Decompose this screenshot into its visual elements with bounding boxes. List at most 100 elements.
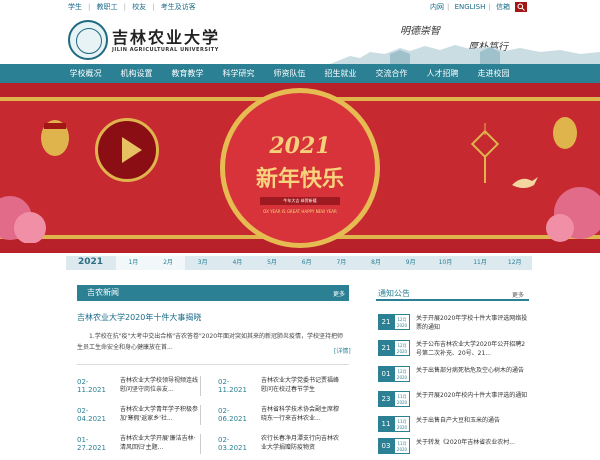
link-staff[interactable]: 教职工 [97, 3, 118, 11]
notice-day: 21 [378, 314, 394, 330]
month-tab-11[interactable]: 11月 [463, 256, 498, 270]
nav-item-faculty[interactable]: 师资队伍 [264, 64, 315, 83]
link-visitors[interactable]: 考生及访客 [161, 3, 196, 11]
news-separator [200, 434, 201, 454]
nav-item-exchange[interactable]: 交流合作 [366, 64, 417, 83]
notice-month-year: 11月 2020 [394, 391, 410, 407]
calendar-year: 2021 [78, 257, 104, 267]
notice-title[interactable]: 关于公布吉林农业大学2020年公开招聘2号第二次补充、20号、21... [416, 340, 531, 358]
notice-month-year: 12月 2020 [394, 314, 410, 330]
news-feature-summary: 1.学校在抗"疫"大考中交出合格"吉农答卷"2020年面对突如其来的新冠肺炎疫情… [77, 333, 344, 351]
link-intranet[interactable]: 内网 [430, 3, 444, 11]
notice-item[interactable]: 03 11月 2020 关于转发《2020年吉林省农业农村... [378, 438, 530, 460]
nav-item-overview[interactable]: 学校概况 [60, 64, 111, 83]
news-title[interactable]: 农行长春净月潭支行向吉林农业大学捐赠防疫物资 [261, 434, 341, 452]
banner-subtitle: 牛年大吉 恭贺新禧 [260, 197, 340, 205]
month-tab-8[interactable]: 8月 [359, 256, 394, 270]
notice-section-title: 通知公告 [378, 289, 410, 298]
news-more-link[interactable]: 更多 [333, 289, 345, 298]
month-tab-1[interactable]: 1月 [116, 256, 151, 270]
news-date: 02-11.2021 [77, 378, 106, 394]
nav-item-education[interactable]: 教育教学 [162, 64, 213, 83]
news-section-header: 吉农新闻 更多 [77, 285, 349, 301]
notice-day: 23 [378, 391, 394, 407]
nav-item-organization[interactable]: 机构设置 [111, 64, 162, 83]
notice-item[interactable]: 21 12月 2020 关于公布吉林农业大学2020年公开招聘2号第二次补充、2… [378, 340, 530, 362]
banner-year: 2021 [269, 133, 331, 159]
notice-title[interactable]: 关于转发《2020年吉林省农业农村... [416, 438, 531, 447]
news-date: 02-11.2021 [218, 378, 247, 394]
notice-month-year: 11月 2020 [394, 438, 410, 454]
utility-links: 内网 | ENGLISH | 信箱 [430, 3, 510, 11]
news-title[interactable]: 吉林农业大学校领导视频连线慰问坚守岗位亲友... [120, 376, 200, 394]
new-year-banner[interactable]: 2021 新年快乐 牛年大吉 恭贺新禧 OX YEAR IS GREAT HAP… [0, 83, 600, 253]
link-english[interactable]: ENGLISH [455, 3, 486, 11]
site-header: 吉林农业大学 JILIN AGRICULTURAL UNIVERSITY 明德崇… [0, 14, 600, 64]
magpie-icon [512, 177, 538, 188]
notice-title[interactable]: 关于开展2020年学校十件大事评选网络投票的通知 [416, 314, 531, 332]
search-button[interactable] [515, 2, 527, 12]
notice-day: 11 [378, 416, 394, 432]
month-tab-5[interactable]: 5月 [255, 256, 290, 270]
notice-section-header: 通知公告 更多 [376, 287, 529, 301]
link-students[interactable]: 学生 [68, 3, 82, 11]
news-title[interactable]: 吉林农业大学青年学子积极参加'寒假'返家乡'社... [120, 405, 200, 423]
main-nav: 学校概况 机构设置 教育教学 科学研究 师资队伍 招生就业 交流合作 人才招聘 … [0, 64, 600, 83]
notice-item[interactable]: 01 12月 2020 关于出售部分病死枯危及空心树木的通告 [378, 366, 530, 388]
banner-title: 新年快乐 [255, 166, 344, 192]
month-tab-6[interactable]: 6月 [289, 256, 324, 270]
news-title[interactable]: 吉林农业大学开展'廉洁吉林·清风回归'主题... [120, 434, 200, 452]
motto-line-1: 明德崇智 [400, 26, 440, 37]
university-name-en: JILIN AGRICULTURAL UNIVERSITY [112, 47, 219, 53]
calendar-month-bar: 2021 1月 2月 3月 4月 5月 6月 7月 8月 9月 10月 11月 … [66, 256, 532, 270]
notice-month-year: 11月 2020 [394, 416, 410, 432]
ox-ornament-icon [0, 120, 69, 243]
notice-item[interactable]: 23 11月 2020 关于开展2020年校内十件大事评选的通知 [378, 391, 530, 413]
news-title[interactable]: 吉林省科学技术协会副主席穆晓东一行来吉林农业... [261, 405, 341, 423]
chinese-knot-icon [470, 123, 500, 183]
nav-item-campus[interactable]: 走进校园 [468, 64, 519, 83]
news-date: 02-04.2021 [77, 407, 106, 423]
nav-item-recruitment[interactable]: 人才招聘 [417, 64, 468, 83]
university-emblem-icon[interactable] [68, 20, 108, 60]
banner-english: OX YEAR IS GREAT HAPPY NEW YEAR [263, 209, 337, 214]
notice-month-year: 12月 2020 [394, 366, 410, 382]
news-separator [200, 405, 201, 425]
news-divider [77, 364, 349, 365]
month-tab-4[interactable]: 4月 [220, 256, 255, 270]
link-mailbox[interactable]: 信箱 [496, 3, 510, 11]
audience-links: 学生 | 教职工 | 校友 | 考生及访客 [68, 3, 196, 11]
month-tab-3[interactable]: 3月 [185, 256, 220, 270]
news-section-title: 吉农新闻 [87, 288, 119, 297]
link-alumni[interactable]: 校友 [132, 3, 146, 11]
month-tab-7[interactable]: 7月 [324, 256, 359, 270]
month-tab-10[interactable]: 10月 [428, 256, 463, 270]
notice-item[interactable]: 21 12月 2020 关于开展2020年学校十件大事评选网络投票的通知 [378, 314, 530, 336]
search-icon [517, 3, 525, 11]
nav-item-research[interactable]: 科学研究 [213, 64, 264, 83]
notice-title[interactable]: 关于出售部分病死枯危及空心树木的通告 [416, 366, 531, 375]
campus-skyline-icon [330, 45, 600, 64]
notice-title[interactable]: 关于出售自产大豆和玉米的通告 [416, 416, 531, 425]
notice-more-link[interactable]: 更多 [512, 290, 524, 299]
notice-day: 01 [378, 366, 394, 382]
university-name-cn[interactable]: 吉林农业大学 [112, 24, 220, 48]
top-bar: 学生 | 教职工 | 校友 | 考生及访客 内网 | ENGLISH | 信箱 [0, 0, 600, 14]
video-play-button[interactable] [95, 118, 159, 182]
nav-item-admissions[interactable]: 招生就业 [315, 64, 366, 83]
notice-title[interactable]: 关于开展2020年校内十件大事评选的通知 [416, 391, 531, 400]
news-feature-title[interactable]: 吉林农业大学2020年十件大事揭晓 [77, 312, 201, 323]
news-date: 02-06.2021 [218, 407, 247, 423]
new-year-medal: 2021 新年快乐 牛年大吉 恭贺新禧 OX YEAR IS GREAT HAP… [220, 88, 380, 248]
news-feature-detail-link[interactable]: [详情] [334, 346, 351, 355]
notice-month-year: 12月 2020 [394, 340, 410, 356]
month-tab-12[interactable]: 12月 [497, 256, 532, 270]
month-list: 1月 2月 3月 4月 5月 6月 7月 8月 9月 10月 11月 12月 [116, 256, 532, 270]
month-tab-9[interactable]: 9月 [393, 256, 428, 270]
flower-ornament-icon [546, 117, 600, 242]
notice-item[interactable]: 11 11月 2020 关于出售自产大豆和玉米的通告 [378, 416, 530, 438]
news-title[interactable]: 吉林农业大学党委书记贾福峰慰问在校过春节学生 [261, 376, 341, 394]
news-separator [200, 376, 201, 396]
month-tab-2[interactable]: 2月 [150, 256, 186, 270]
notice-day: 03 [378, 438, 394, 454]
